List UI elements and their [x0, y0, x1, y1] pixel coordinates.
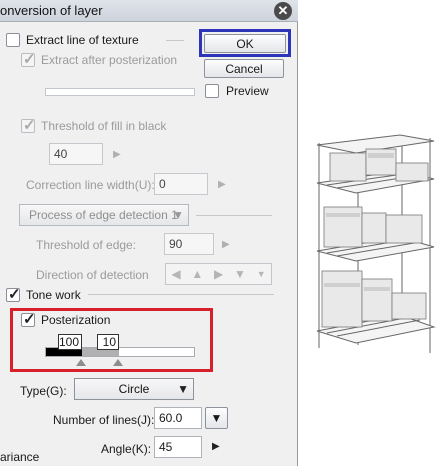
chevron-down-icon: ▼	[172, 208, 184, 222]
checkmark-icon: ✓	[23, 117, 36, 134]
posterization-level-1[interactable]: 100	[58, 334, 82, 350]
title-bar[interactable]: onversion of layer ✕	[0, 0, 298, 22]
checkmark-icon: ✓	[8, 286, 21, 303]
extract-after-checkbox[interactable]: ✓	[21, 51, 36, 68]
threshold-fill-input[interactable]: 40	[49, 143, 103, 165]
type-select[interactable]: Circle ▼	[74, 378, 194, 400]
edge-process-value: Process of edge detection 1	[29, 208, 178, 222]
correction-label: Correction line width(U):	[26, 178, 155, 192]
ok-button[interactable]: OK	[204, 34, 286, 53]
checkmark-icon: ✓	[23, 311, 36, 328]
threshold-edge-input[interactable]: 90	[164, 233, 214, 255]
direction-button-group[interactable]: ◀ ▲ ▶ ▼ ▼	[165, 263, 272, 285]
lines-input[interactable]: 60.0	[154, 407, 202, 429]
type-label: Type(G):	[20, 384, 67, 398]
triangle-right-icon[interactable]: ▶	[212, 441, 220, 452]
checkmark-icon: ✓	[23, 51, 36, 68]
extract-after-label: Extract after posterization	[41, 53, 178, 67]
angle-label: Angle(K):	[101, 442, 152, 456]
threshold-fill-label: Threshold of fill in black	[41, 119, 167, 133]
chevron-down-icon[interactable]: ▼	[205, 407, 228, 429]
tone-work-checkbox[interactable]: ✓	[6, 286, 21, 303]
posterization-level-2[interactable]: 10	[97, 334, 119, 350]
arrow-up-icon[interactable]: ▲	[191, 267, 203, 281]
preview-checkbox[interactable]	[205, 84, 219, 98]
threshold-fill-checkbox[interactable]: ✓	[21, 117, 36, 134]
triangle-right-icon[interactable]: ▶	[113, 149, 121, 160]
slider-handle-1[interactable]	[76, 359, 86, 366]
wire-shelving-illustration	[316, 134, 436, 353]
dialog-title: onversion of layer	[0, 3, 103, 18]
arrow-right-icon[interactable]: ▶	[214, 267, 223, 281]
extract-line-checkbox[interactable]	[6, 33, 20, 47]
posterization-label: Posterization	[41, 313, 111, 327]
arrow-down-icon[interactable]: ▼	[234, 267, 246, 281]
type-value: Circle	[118, 382, 150, 396]
section-divider	[88, 294, 274, 295]
slider-handle-2[interactable]	[113, 359, 123, 366]
layer-conversion-dialog: onversion of layer ✕ Extract line of tex…	[0, 0, 298, 466]
variance-label: ariance	[0, 450, 40, 464]
section-divider	[196, 215, 272, 216]
extract-slider-track[interactable]	[45, 88, 195, 96]
threshold-edge-label: Threshold of edge:	[36, 238, 137, 252]
lines-label: Number of lines(J):	[53, 413, 155, 427]
tone-work-label: Tone work	[26, 288, 81, 302]
close-icon[interactable]: ✕	[274, 2, 292, 20]
arrow-left-icon[interactable]: ◀	[171, 267, 180, 281]
correction-input[interactable]: 0	[154, 173, 208, 195]
triangle-right-icon[interactable]: ▶	[222, 239, 230, 250]
section-divider	[166, 40, 184, 41]
cancel-button[interactable]: Cancel	[204, 59, 284, 78]
triangle-right-icon[interactable]: ▶	[218, 179, 226, 190]
angle-input[interactable]: 45	[154, 436, 202, 458]
extract-line-label: Extract line of texture	[26, 33, 139, 47]
chevron-down-icon: ▼	[177, 382, 189, 396]
preview-label: Preview	[226, 84, 269, 98]
chevron-down-icon[interactable]: ▼	[257, 269, 266, 279]
posterization-checkbox[interactable]: ✓	[21, 311, 36, 328]
direction-label: Direction of detection	[36, 268, 149, 282]
edge-process-select[interactable]: Process of edge detection 1 ▼	[19, 204, 189, 226]
